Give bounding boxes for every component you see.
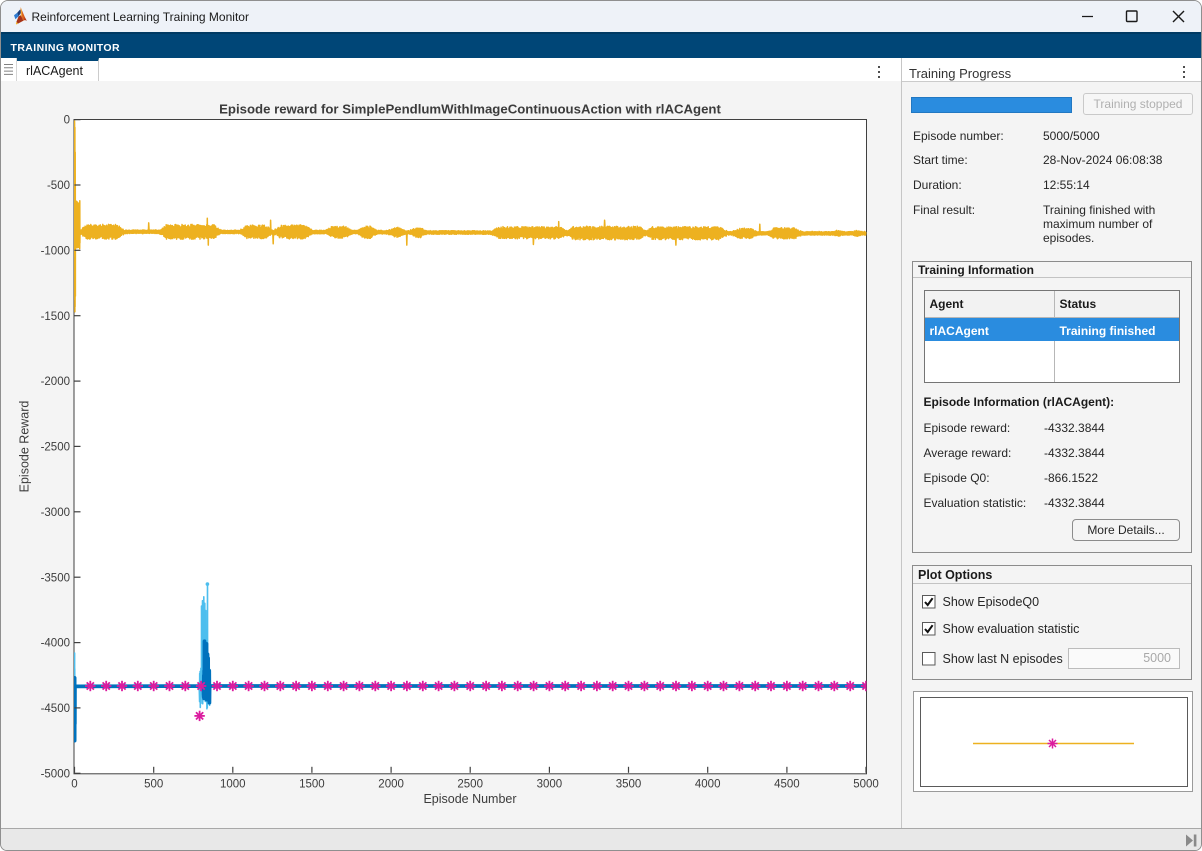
svg-text:0: 0	[64, 115, 70, 127]
svg-text:Episode Number: Episode Number	[423, 792, 516, 806]
svg-text:-1000: -1000	[41, 245, 70, 257]
svg-text:-3000: -3000	[41, 507, 70, 519]
svg-text:2500: 2500	[457, 779, 483, 791]
svg-text:4000: 4000	[695, 779, 721, 791]
svg-text:2000: 2000	[378, 779, 404, 791]
svg-text:1500: 1500	[299, 779, 325, 791]
svg-text:-2000: -2000	[41, 376, 70, 388]
svg-text:Episode Reward: Episode Reward	[18, 401, 32, 493]
svg-text:-500: -500	[47, 180, 70, 192]
svg-text:-3500: -3500	[41, 572, 70, 584]
svg-text:3500: 3500	[616, 779, 642, 791]
svg-text:1000: 1000	[220, 779, 246, 791]
svg-text:-4000: -4000	[41, 638, 70, 650]
svg-text:500: 500	[144, 779, 163, 791]
svg-text:-4500: -4500	[41, 703, 70, 715]
svg-text:4500: 4500	[774, 779, 800, 791]
svg-text:-5000: -5000	[41, 768, 70, 780]
svg-text:-1500: -1500	[41, 311, 70, 323]
svg-text:3000: 3000	[537, 779, 563, 791]
svg-text:0: 0	[71, 779, 77, 791]
svg-text:-2500: -2500	[41, 442, 70, 454]
svg-text:5000: 5000	[853, 779, 879, 791]
svg-text:Episode reward for SimplePendl: Episode reward for SimplePendlumWithImag…	[219, 102, 721, 117]
